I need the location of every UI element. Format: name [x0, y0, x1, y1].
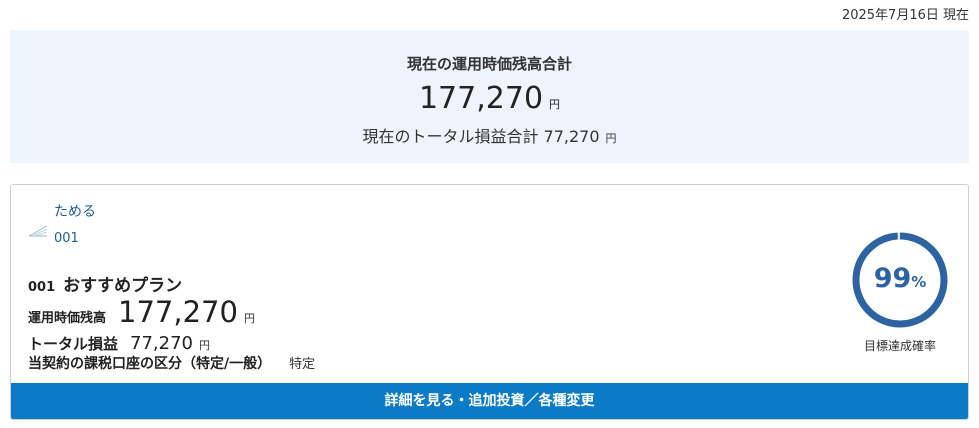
plan-card: ためる 001 001 おすすめプラン 運用時価残高 177,270 円 トータル… [10, 184, 969, 420]
plan-tax-row: 当契約の課税口座の区分（特定/一般） 特定 [28, 353, 315, 373]
summary-panel: 現在の運用時価残高合計 177,270 円 現在のトータル損益合計 77,270 円 [10, 30, 969, 163]
summary-total-label: 現在のトータル損益合計 77,270 [362, 127, 600, 146]
plan-code: 001 [28, 280, 56, 295]
plan-balance-row: 運用時価残高 177,270 円 [28, 295, 255, 329]
plan-thumbnail-icon [28, 225, 48, 237]
plan-profit-value: 77,270 [130, 333, 193, 354]
plan-tax-label: 当契約の課税口座の区分（特定/一般） [28, 356, 272, 372]
summary-title: 現在の運用時価残高合計 [406, 55, 572, 73]
goal-probability-label: 目標達成確率 [863, 339, 936, 353]
summary-amount: 177,270 円 [10, 81, 969, 123]
plan-tag-label: ためる [54, 204, 96, 220]
summary-amount-unit: 円 [549, 98, 561, 111]
plan-balance-value: 177,270 [118, 295, 238, 329]
plan-profit-unit: 円 [199, 339, 210, 352]
as-of-date: 2025年7月16日 現在 [841, 8, 969, 23]
plan-balance-unit: 円 [243, 312, 255, 325]
plan-name: おすすめプラン [63, 276, 183, 296]
goal-probability-unit: % [911, 273, 927, 291]
plan-tax-value: 特定 [289, 357, 316, 372]
plan-profit-row: トータル損益 77,270 円 [28, 333, 210, 354]
plan-tag-code: 001 [54, 231, 79, 246]
goal-probability-number: 99 [873, 263, 912, 294]
summary-total-profit: 現在のトータル損益合計 77,270 円 [10, 123, 969, 147]
summary-total-unit: 円 [605, 132, 617, 145]
plan-title: 001 おすすめプラン [28, 271, 182, 296]
plan-balance-label: 運用時価残高 [28, 311, 107, 326]
summary-amount-value: 177,270 [418, 81, 544, 116]
detail-button[interactable]: 詳細を見る・追加投資／各種変更 [11, 383, 968, 419]
goal-probability-value: 99% [850, 263, 950, 294]
plan-profit-label: トータル損益 [28, 335, 119, 353]
